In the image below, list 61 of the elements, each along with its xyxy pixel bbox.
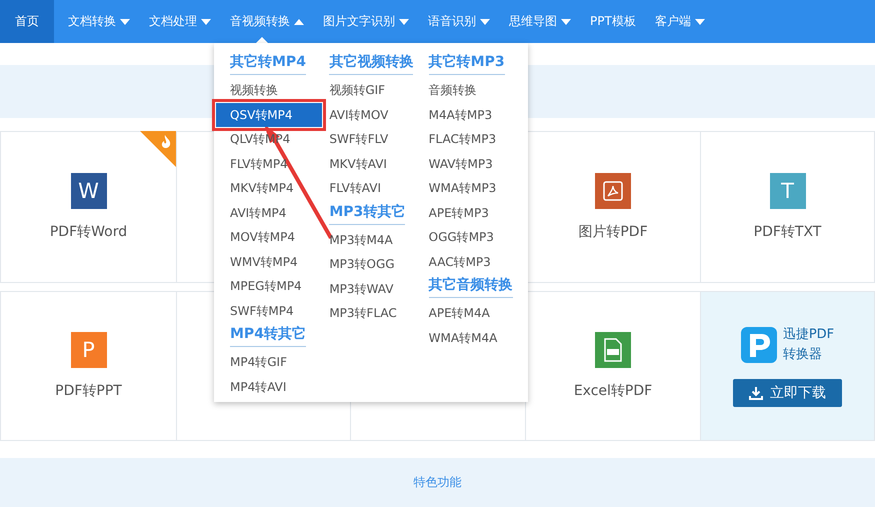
menu-item[interactable]: SWF转MP4: [230, 298, 330, 323]
tool-card[interactable]: T PDF转TXT: [700, 131, 875, 283]
menu-heading: MP4转其它: [230, 323, 306, 347]
menu-heading: 其它转MP3: [428, 51, 505, 75]
menu-item[interactable]: MOV转MP4: [230, 225, 330, 250]
caret-icon: [399, 18, 409, 24]
menu-item[interactable]: FLV转AVI: [329, 176, 429, 200]
download-icon: [749, 386, 763, 400]
caret-icon: [480, 18, 490, 24]
caret-icon: [561, 18, 571, 24]
menu-item[interactable]: MP4转GIF: [230, 350, 330, 374]
menu-item[interactable]: MP4转AVI: [230, 374, 330, 399]
menu-item[interactable]: APE转MP3: [428, 200, 528, 225]
caret-icon: [694, 18, 705, 24]
menu-item[interactable]: APE转M4A: [428, 301, 528, 326]
menu-item[interactable]: 视频转GIF: [329, 78, 429, 102]
menu-item[interactable]: MKV转MP4: [230, 176, 330, 200]
menu-item[interactable]: MP3转OGG: [329, 252, 429, 276]
caret-icon: [120, 18, 130, 24]
download-button[interactable]: 立即下载: [733, 379, 842, 407]
tool-label: Excel转PDF: [574, 382, 652, 400]
menu-item[interactable]: MP3转WAV: [329, 276, 429, 301]
menu-item[interactable]: OGG转MP3: [428, 225, 528, 250]
tool-label: PDF转PPT: [55, 382, 122, 400]
menu-item[interactable]: WAV转MP3: [428, 152, 528, 176]
menu-item[interactable]: AVI转MP4: [230, 200, 330, 225]
caret-icon: [201, 18, 211, 24]
menu-item[interactable]: WMV转MP4: [230, 250, 330, 274]
tool-label: 图片转PDF: [578, 223, 648, 241]
menu-item[interactable]: MP3转FLAC: [329, 301, 429, 326]
menu-item[interactable]: FLAC转MP3: [428, 127, 528, 152]
menu-item[interactable]: AAC转MP3: [428, 250, 528, 274]
menu-heading: 其它音频转换: [428, 274, 513, 298]
tool-card[interactable]: 图片转PDF: [525, 131, 701, 283]
menu-item[interactable]: MPEG转MP4: [230, 274, 330, 298]
caret-icon: [294, 18, 304, 24]
tool-label: PDF转TXT: [754, 223, 822, 241]
menu-item[interactable]: WMA转MP3: [428, 176, 528, 200]
menu-item[interactable]: FLV转MP4: [230, 152, 330, 176]
product-name: 迅捷PDF 转换器: [782, 326, 834, 364]
tool-card[interactable]: W PDF转Word: [0, 131, 177, 283]
menu-item[interactable]: 音频转换: [428, 78, 528, 102]
tool-card[interactable]: P PDF转PPT: [0, 291, 177, 441]
menu-heading: 其它视频转换: [329, 51, 414, 75]
menu-item[interactable]: M4A转MP3: [428, 102, 528, 127]
letter-icon: P: [70, 332, 106, 368]
menu-item[interactable]: SWF转FLV: [329, 127, 429, 152]
letter-icon: W: [70, 173, 106, 209]
tool-card[interactable]: Excel转PDF: [525, 291, 701, 441]
menu-item[interactable]: MKV转AVI: [329, 152, 429, 176]
letter-icon: T: [770, 173, 806, 209]
tool-label: PDF转Word: [50, 223, 128, 241]
menu-item[interactable]: 视频转换: [230, 78, 330, 102]
nav-item[interactable]: 首页: [0, 0, 54, 43]
app-logo-icon: [740, 327, 777, 363]
menu-item[interactable]: AVI转MOV: [329, 102, 429, 127]
menu-heading: MP3转其它: [329, 200, 406, 224]
menu-item[interactable]: MP3转M4A: [329, 228, 429, 252]
menu-item[interactable]: WMA转M4A: [428, 326, 528, 350]
menu-heading: 其它转MP4: [230, 51, 306, 75]
menu-item[interactable]: QSV转MP4: [216, 102, 322, 127]
